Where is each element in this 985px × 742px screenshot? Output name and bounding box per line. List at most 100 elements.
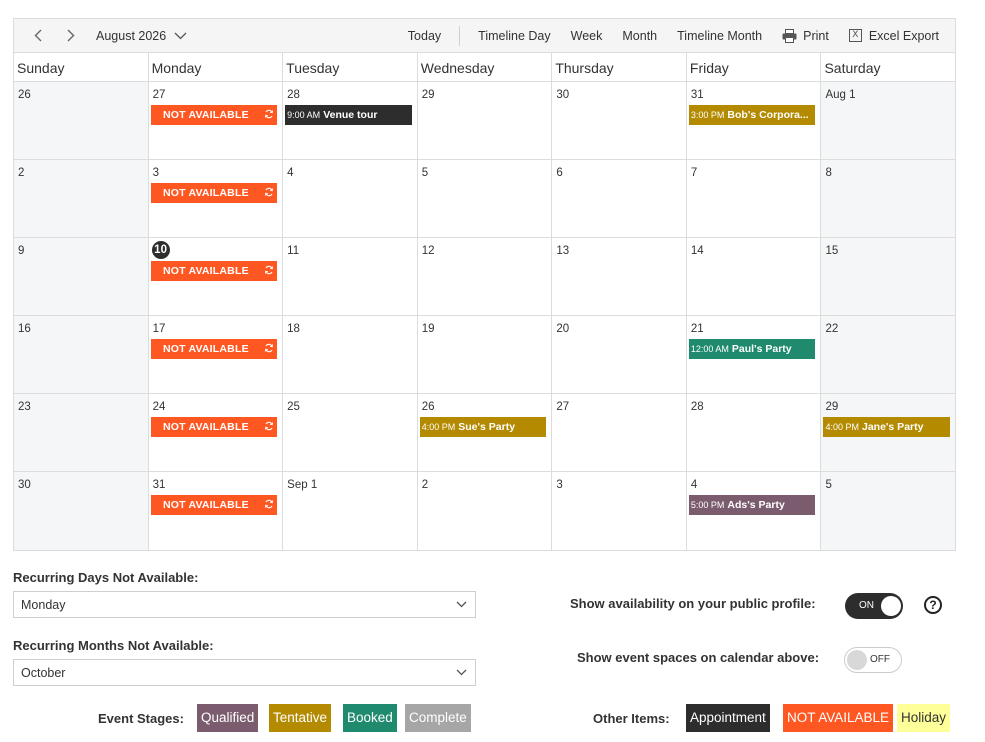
not-available-event[interactable]: NOT AVAILABLE [150,495,278,515]
print-button[interactable]: Print [782,28,829,43]
day-cell[interactable]: 9 [14,238,149,315]
event-time: 12:00 AM [690,344,729,354]
month-picker[interactable]: August 2026 [96,29,187,43]
event-label: NOT AVAILABLE [162,343,249,355]
not-available-event[interactable]: NOT AVAILABLE [150,183,278,203]
day-cell[interactable]: Sep 1 [283,472,418,550]
day-cell[interactable]: 8 [821,160,956,237]
day-cell[interactable]: 17 NOT AVAILABLE [148,316,284,393]
toggle-knob [881,596,901,616]
legend-chip-appointment: Appointment [686,704,770,732]
day-cell[interactable]: 23 [14,394,149,471]
day-cell[interactable]: 28 [686,394,822,471]
recurring-days-select[interactable]: Monday [13,591,476,618]
chevron-down-icon [174,32,187,39]
day-cell[interactable]: Aug 1 [821,82,956,159]
day-cell[interactable]: 3 [552,472,687,550]
day-cell[interactable]: 28 9:00 AM Venue tour [283,82,418,159]
date-number: 31 [690,89,704,101]
day-cell[interactable]: 27 [552,394,687,471]
week-view-button[interactable]: Week [571,29,603,43]
day-cell[interactable]: 30 [552,82,687,159]
timeline-month-button[interactable]: Timeline Month [677,29,762,43]
toggle-state-text: OFF [870,654,890,665]
day-cell[interactable]: 27 NOT AVAILABLE [148,82,284,159]
day-cell[interactable]: 2 [14,160,149,237]
not-available-event[interactable]: NOT AVAILABLE [150,261,278,281]
day-cell[interactable]: 2 [417,472,553,550]
day-cell[interactable]: 15 [821,238,956,315]
day-cell[interactable]: 13 [552,238,687,315]
not-available-event[interactable]: NOT AVAILABLE [150,105,278,125]
recurring-icon [265,109,274,119]
calendar-event[interactable]: 4:00 PM Sue's Party [419,417,547,437]
week-row: 2 3 NOT AVAILABLE 4 5 6 7 8 [14,160,956,238]
calendar-weeks: 26 27 NOT AVAILABLE 28 9:00 AM Venue tour 29 30… [14,82,956,550]
date-number: 26 [18,89,31,101]
day-cell[interactable]: 4 5:00 PM Ads's Party [686,472,822,550]
recurring-icon [265,421,274,431]
event-label: NOT AVAILABLE [162,187,249,199]
date-number: 21 [690,323,704,335]
help-icon[interactable]: ? [924,596,942,614]
event-time: 3:00 PM [690,110,725,120]
day-cell[interactable]: 20 [552,316,687,393]
day-cell[interactable]: 6 [552,160,687,237]
calendar-event[interactable]: 12:00 AM Paul's Party [688,339,816,359]
day-cell[interactable]: 31 NOT AVAILABLE [148,472,284,550]
month-view-button[interactable]: Month [622,29,657,43]
legend-chip-tentative: Tentative [269,704,332,732]
day-cell[interactable]: 7 [686,160,822,237]
event-time: 4:00 PM [825,422,859,432]
not-available-event[interactable]: NOT AVAILABLE [150,417,278,437]
date-number: 3 [152,167,159,179]
day-cell[interactable]: 14 [686,238,822,315]
day-cell[interactable]: 5 [417,160,553,237]
calendar-event[interactable]: 5:00 PM Ads's Party [688,495,816,515]
excel-icon: X [848,29,862,42]
day-cell[interactable]: 18 [283,316,418,393]
day-cell[interactable]: 5 [821,472,956,550]
not-available-event[interactable]: NOT AVAILABLE [150,339,278,359]
day-cell[interactable]: 10 NOT AVAILABLE [148,238,284,315]
day-cell[interactable]: 3 NOT AVAILABLE [148,160,284,237]
date-number: 28 [690,401,704,413]
day-cell[interactable]: 26 [14,82,149,159]
day-cell[interactable]: 29 4:00 PM Jane's Party [821,394,956,471]
date-number: 9 [18,245,25,257]
event-title: Jane's Party [862,421,924,433]
date-number: 2 [18,167,25,179]
show-availability-toggle[interactable]: ON [845,593,903,619]
next-month-button[interactable] [63,26,79,46]
event-title: Paul's Party [731,343,792,355]
timeline-day-button[interactable]: Timeline Day [478,29,550,43]
legend-chip-booked: Booked [343,704,397,732]
day-header-thursday: Thursday [552,53,687,81]
date-number: 27 [556,401,570,413]
day-cell[interactable]: 11 [283,238,418,315]
calendar-event[interactable]: 9:00 AM Venue tour [285,105,412,125]
previous-month-button[interactable] [30,26,46,46]
day-cell[interactable]: 26 4:00 PM Sue's Party [417,394,553,471]
day-cell[interactable]: 30 [14,472,149,550]
day-cell[interactable]: 22 [821,316,956,393]
excel-export-button[interactable]: X Excel Export [848,29,939,43]
calendar-event[interactable]: 3:00 PM Bob's Corpora... [688,105,816,125]
week-row: 16 17 NOT AVAILABLE 18 19 20 21 12:00 AM Paul's … [14,316,956,394]
event-label: NOT AVAILABLE [162,421,249,433]
day-cell[interactable]: 24 NOT AVAILABLE [148,394,284,471]
today-button[interactable]: Today [408,29,441,43]
calendar-event[interactable]: 4:00 PM Jane's Party [823,417,951,437]
recurring-months-select[interactable]: October [13,659,476,686]
day-cell[interactable]: 29 [417,82,553,159]
day-cell[interactable]: 12 [417,238,553,315]
today-date-number: 10 [151,241,170,259]
day-cell[interactable]: 31 3:00 PM Bob's Corpora... [686,82,822,159]
event-title: Ads's Party [727,499,785,511]
day-cell[interactable]: 16 [14,316,149,393]
day-cell[interactable]: 4 [283,160,418,237]
day-cell[interactable]: 21 12:00 AM Paul's Party [686,316,822,393]
show-event-spaces-toggle[interactable]: OFF [844,647,902,673]
day-cell[interactable]: 25 [283,394,418,471]
day-cell[interactable]: 19 [417,316,553,393]
